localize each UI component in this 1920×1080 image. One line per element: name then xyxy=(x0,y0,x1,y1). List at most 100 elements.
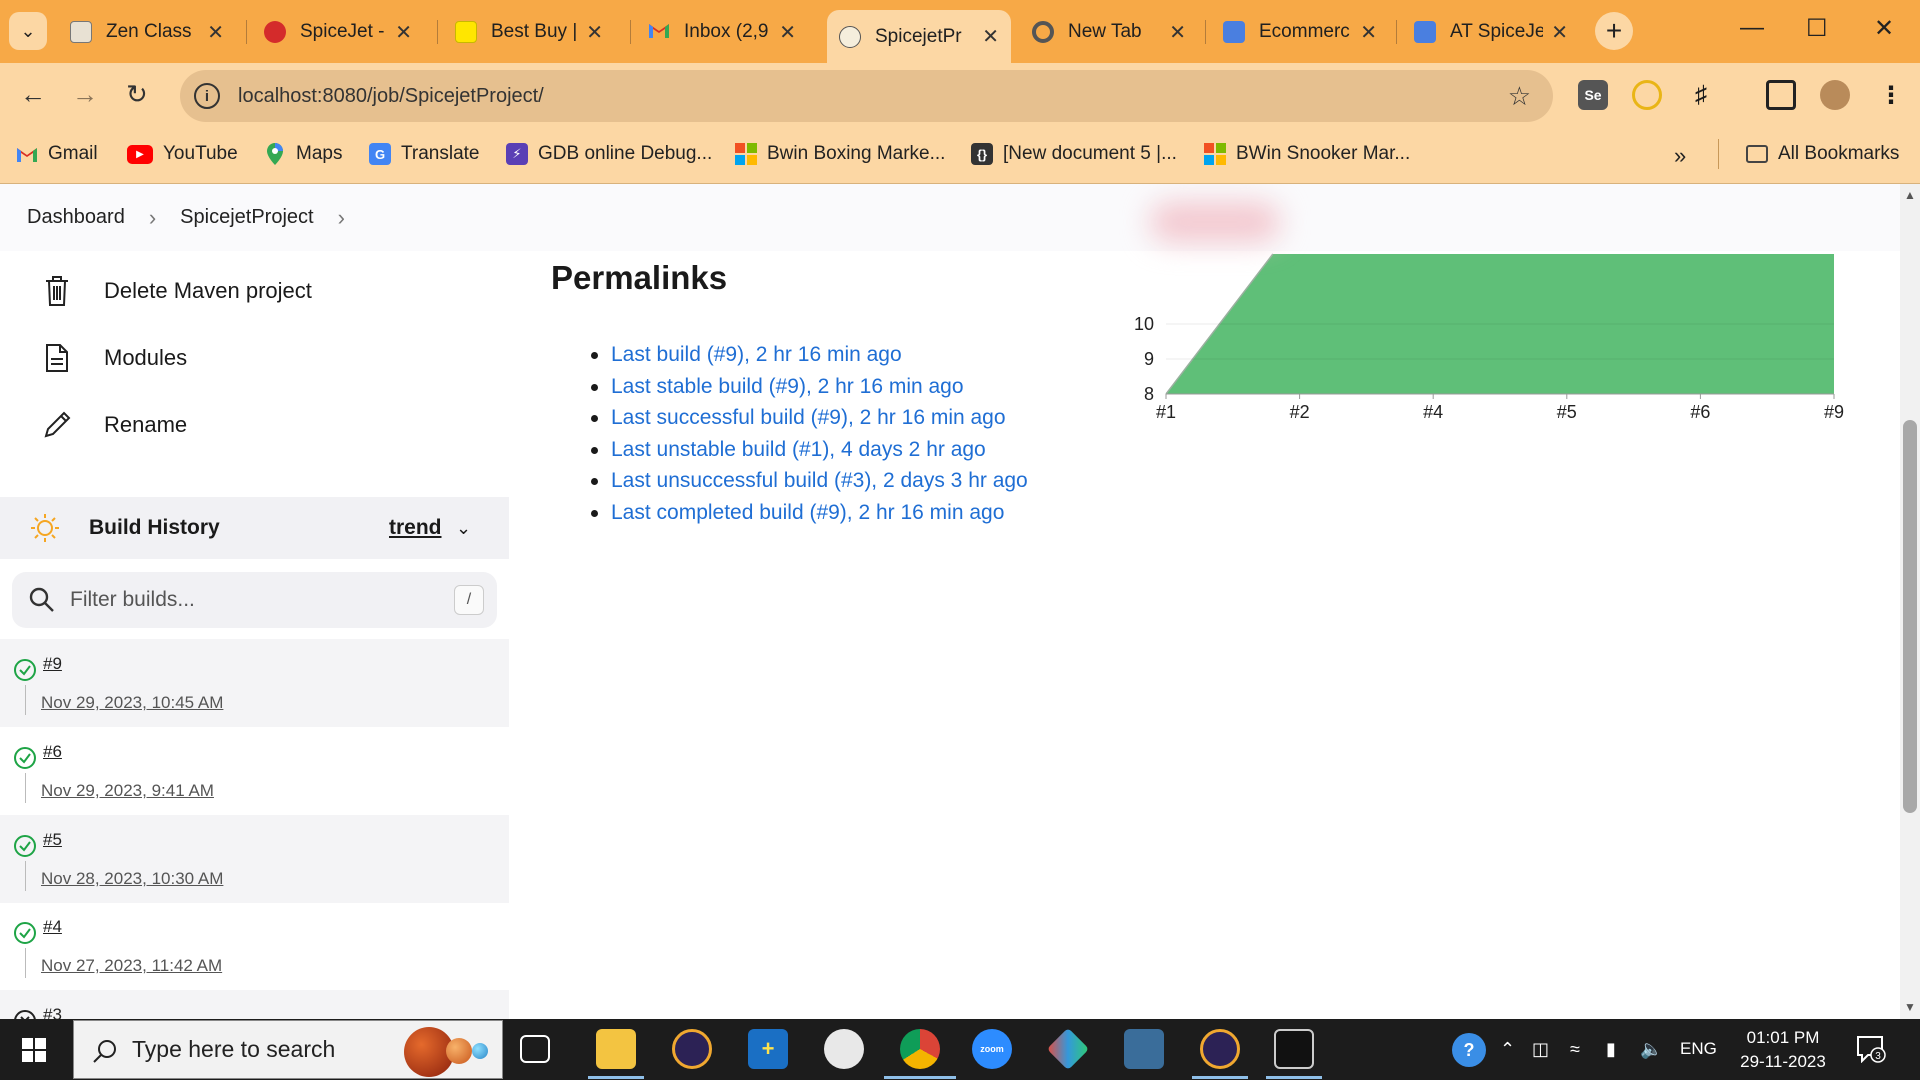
build-number-link[interactable]: #6 xyxy=(43,742,62,762)
build-number-link[interactable]: #9 xyxy=(43,654,62,674)
task-rename[interactable]: Rename xyxy=(42,408,187,442)
bookmark-star-icon[interactable]: ☆ xyxy=(1508,81,1531,112)
wifi-icon[interactable]: ≈ xyxy=(1570,1039,1580,1060)
build-date-link[interactable]: Nov 29, 2023, 9:41 AM xyxy=(41,781,214,801)
chevron-down-icon[interactable]: ⌄ xyxy=(456,518,471,539)
more-bookmarks-chevron-icon[interactable]: » xyxy=(1674,143,1686,169)
close-icon[interactable]: ✕ xyxy=(1169,20,1186,45)
battery-icon[interactable]: ▮ xyxy=(1606,1039,1616,1060)
close-icon[interactable]: ✕ xyxy=(1551,20,1568,45)
build-date-link[interactable]: Nov 28, 2023, 10:30 AM xyxy=(41,869,223,889)
close-icon[interactable]: ✕ xyxy=(395,20,412,45)
filter-builds-input[interactable]: Filter builds... / xyxy=(12,572,497,628)
close-icon[interactable]: ✕ xyxy=(207,20,224,45)
bookmark-gmail[interactable]: Gmail xyxy=(16,143,98,165)
build-number-link[interactable]: #4 xyxy=(43,917,62,937)
extensions-puzzle-icon[interactable]: ♯ xyxy=(1686,80,1716,110)
tab-spicejetproject-active[interactable]: SpicejetPr ✕ xyxy=(827,10,1011,63)
task-view-icon[interactable] xyxy=(520,1035,550,1063)
bookmark-new-document[interactable]: {} [New document 5 |... xyxy=(971,143,1177,165)
task-modules[interactable]: Modules xyxy=(42,341,187,375)
build-row-3[interactable]: #3 xyxy=(0,990,509,1019)
command-prompt-icon[interactable] xyxy=(1274,1029,1314,1069)
permalink-last-build[interactable]: Last build (#9), 2 hr 16 min ago xyxy=(591,339,1028,371)
permalink-last-successful-build[interactable]: Last successful build (#9), 2 hr 16 min … xyxy=(591,402,1028,434)
close-icon[interactable]: ✕ xyxy=(779,20,796,45)
breadcrumb-project[interactable]: SpicejetProject xyxy=(180,206,313,229)
bookmark-bwin-snooker[interactable]: BWin Snooker Mar... xyxy=(1204,143,1410,165)
window-close-icon[interactable]: ✕ xyxy=(1874,14,1894,43)
bookmark-maps[interactable]: Maps xyxy=(264,143,342,165)
help-icon[interactable]: ? xyxy=(1452,1033,1486,1067)
selenium-ide-extension-icon[interactable]: Se xyxy=(1578,80,1608,110)
permalink-last-completed-build[interactable]: Last completed build (#9), 2 hr 16 min a… xyxy=(591,497,1028,529)
tab-ecommerce-doc[interactable]: Ecommerc ✕ xyxy=(1211,12,1389,52)
close-icon[interactable]: ✕ xyxy=(1360,20,1377,45)
more-menu-icon[interactable]: ⋮ xyxy=(1876,80,1906,110)
taskbar-search-box[interactable]: Type here to search xyxy=(73,1020,503,1079)
tab-zen-class[interactable]: Zen Class ✕ xyxy=(58,12,236,52)
scroll-down-arrow-icon[interactable]: ▼ xyxy=(1900,1000,1920,1014)
build-row-4[interactable]: #4 Nov 27, 2023, 11:42 AM xyxy=(0,902,509,990)
eclipse-icon[interactable] xyxy=(1200,1029,1240,1069)
build-number-link[interactable]: #5 xyxy=(43,830,62,850)
notifications-icon[interactable]: 3 xyxy=(1856,1035,1886,1063)
breadcrumb-dashboard[interactable]: Dashboard xyxy=(27,206,125,229)
profile-avatar[interactable] xyxy=(1820,80,1850,110)
bookmark-translate[interactable]: G Translate xyxy=(369,143,480,165)
page-scrollbar[interactable]: ▲ ▼ xyxy=(1900,184,1920,1019)
build-date-link[interactable]: Nov 29, 2023, 10:45 AM xyxy=(41,693,223,713)
taskbar-clock[interactable]: 01:01 PM 29-11-2023 xyxy=(1718,1026,1848,1074)
bookmark-youtube[interactable]: ▶ YouTube xyxy=(127,143,238,165)
all-bookmarks[interactable]: All Bookmarks xyxy=(1746,143,1899,165)
git-gui-icon[interactable] xyxy=(1046,1027,1090,1071)
maximize-icon[interactable]: ☐ xyxy=(1806,14,1828,43)
forward-arrow-icon[interactable]: → xyxy=(72,79,98,110)
build-row-5[interactable]: #5 Nov 28, 2023, 10:30 AM xyxy=(0,815,509,903)
snipping-tool-icon[interactable] xyxy=(824,1029,864,1069)
display-icon[interactable]: ◫ xyxy=(1532,1039,1549,1060)
timer-extension-icon[interactable] xyxy=(1632,80,1662,110)
tab-bestbuy[interactable]: Best Buy | ✕ xyxy=(443,12,615,52)
permalink-last-unsuccessful-build[interactable]: Last unsuccessful build (#3), 2 days 3 h… xyxy=(591,465,1028,497)
build-number-link[interactable]: #3 xyxy=(43,1005,62,1019)
permalink-last-unstable-build[interactable]: Last unstable build (#1), 4 days 2 hr ag… xyxy=(591,434,1028,466)
close-icon[interactable]: ✕ xyxy=(982,24,999,49)
permalink-last-stable-build[interactable]: Last stable build (#9), 2 hr 16 min ago xyxy=(591,371,1028,403)
chrome-icon xyxy=(1032,21,1054,43)
tab-inbox[interactable]: Inbox (2,9 ✕ xyxy=(636,12,808,52)
task-delete-maven-project[interactable]: Delete Maven project xyxy=(42,274,312,308)
build-row-9[interactable]: #9 Nov 29, 2023, 10:45 AM xyxy=(0,639,509,727)
trend-link[interactable]: trend xyxy=(389,516,442,540)
volume-icon[interactable]: 🔈 xyxy=(1640,1039,1662,1060)
zoom-icon[interactable]: zoom xyxy=(972,1029,1012,1069)
scrollbar-thumb[interactable] xyxy=(1903,420,1917,813)
minimize-icon[interactable]: — xyxy=(1740,14,1764,42)
plus-app-icon[interactable]: + xyxy=(748,1029,788,1069)
mysql-workbench-icon[interactable] xyxy=(1124,1029,1164,1069)
build-date-link[interactable]: Nov 27, 2023, 11:42 AM xyxy=(41,956,222,976)
chevron-up-icon[interactable]: ⌃ xyxy=(1500,1039,1515,1060)
side-panel-icon[interactable] xyxy=(1766,80,1796,110)
site-info-icon[interactable]: i xyxy=(194,83,220,109)
tab-at-spicejet-doc[interactable]: AT SpiceJe ✕ xyxy=(1402,12,1580,52)
bookmark-bwin-boxing[interactable]: Bwin Boxing Marke... xyxy=(735,143,945,165)
eclipse-icon[interactable] xyxy=(672,1029,712,1069)
new-tab-plus-icon[interactable]: + xyxy=(1595,12,1633,50)
chrome-icon[interactable] xyxy=(900,1029,940,1069)
bookmark-gdb[interactable]: ⚡ GDB online Debug... xyxy=(506,143,712,165)
reload-icon[interactable]: ↻ xyxy=(126,79,148,110)
build-row-6[interactable]: #6 Nov 29, 2023, 9:41 AM xyxy=(0,727,509,815)
breadcrumb-chevron-icon[interactable]: › xyxy=(338,205,345,231)
windows-start-icon[interactable] xyxy=(22,1038,46,1062)
scroll-up-arrow-icon[interactable]: ▲ xyxy=(1900,188,1920,202)
tab-spicejet[interactable]: SpiceJet - ✕ xyxy=(252,12,424,52)
file-explorer-icon[interactable] xyxy=(596,1029,636,1069)
language-indicator[interactable]: ENG xyxy=(1680,1039,1717,1059)
address-url[interactable]: localhost:8080/job/SpicejetProject/ xyxy=(238,85,544,108)
tab-search-chevron-icon[interactable]: ⌄ xyxy=(9,12,47,50)
address-bar[interactable]: i localhost:8080/job/SpicejetProject/ ☆ xyxy=(180,70,1553,122)
close-icon[interactable]: ✕ xyxy=(586,20,603,45)
tab-new-tab[interactable]: New Tab ✕ xyxy=(1020,12,1198,52)
back-arrow-icon[interactable]: ← xyxy=(20,79,46,110)
